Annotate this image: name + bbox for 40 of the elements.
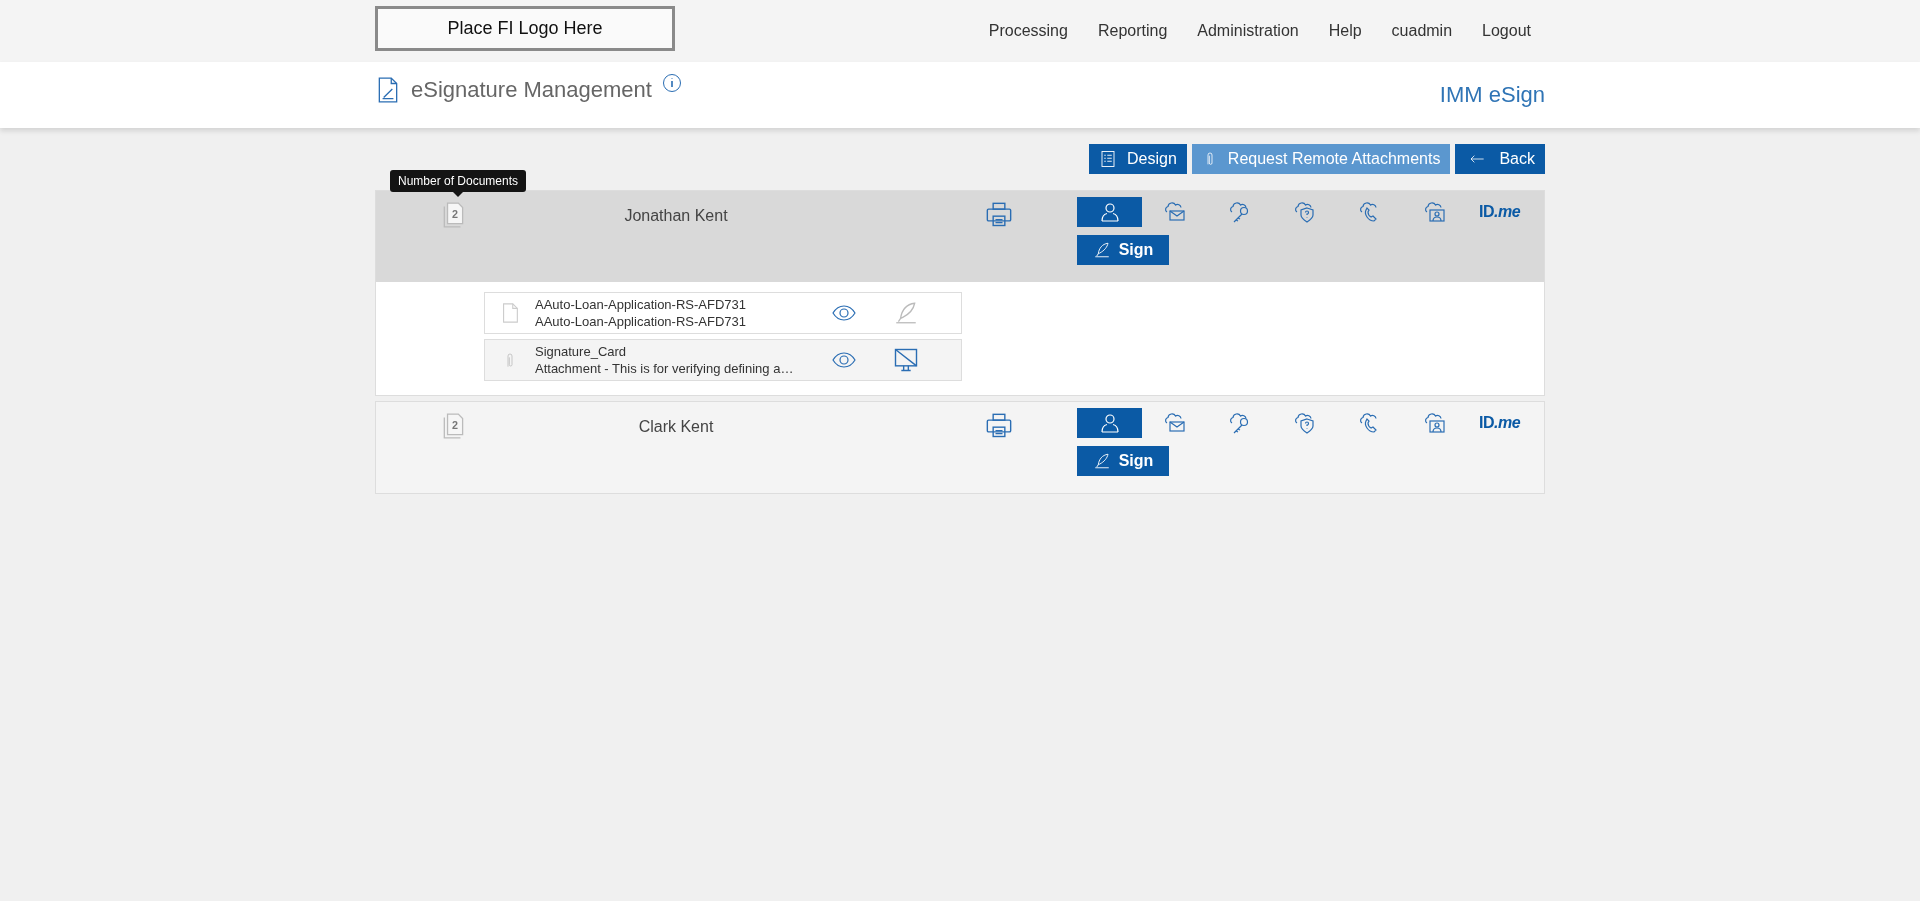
- cloud-shield-icon: [1292, 200, 1317, 224]
- cloud-email-icon: [1162, 411, 1187, 435]
- document-title: AAuto-Loan-Application-RS-AFD731: [535, 296, 747, 313]
- design-button[interactable]: Design: [1089, 144, 1187, 174]
- sign-button[interactable]: Sign: [1077, 446, 1169, 476]
- signer-name: Jonathan Kent: [624, 206, 728, 225]
- idme-logo[interactable]: ID.me: [1467, 408, 1532, 438]
- cloud-shield-icon: [1292, 411, 1317, 435]
- auth-method-button[interactable]: [1077, 408, 1142, 438]
- nav-link[interactable]: Administration: [1197, 22, 1299, 40]
- info-icon[interactable]: [661, 73, 682, 93]
- idme-logo[interactable]: ID.me: [1467, 197, 1532, 227]
- printer-icon[interactable]: [985, 412, 1013, 440]
- cloud-user-icon: [1422, 200, 1447, 224]
- document-row[interactable]: Signature_Card Attachment - This is for verifying defining a…: [484, 339, 962, 381]
- document-description: Attachment - This is for verifying defining a…: [535, 360, 795, 377]
- quill-pen-icon: [893, 300, 919, 326]
- printer-icon[interactable]: [985, 201, 1013, 229]
- auth-method-button[interactable]: [1077, 197, 1142, 227]
- product-name: IMM eSign: [1439, 82, 1545, 108]
- cloud-user-icon: [1422, 411, 1447, 435]
- list-icon: [1099, 149, 1118, 169]
- tooltip: Number of Documents: [390, 170, 527, 192]
- quill-pen-icon: [1092, 452, 1111, 470]
- quill-pen-icon: [1092, 241, 1111, 259]
- nav-link[interactable]: cuadmin: [1391, 22, 1453, 40]
- nav-link[interactable]: Reporting: [1097, 22, 1168, 40]
- nav-link[interactable]: Processing: [988, 22, 1068, 40]
- document-description: AAuto-Loan-Application-RS-AFD731: [535, 313, 747, 330]
- cloud-email-icon: [1162, 200, 1187, 224]
- sign-button[interactable]: Sign: [1077, 235, 1169, 265]
- back-button[interactable]: Back: [1455, 144, 1545, 174]
- logo-placeholder-text: Place FI Logo Here: [447, 17, 603, 39]
- document-title: Signature_Card: [535, 343, 628, 360]
- page-title: eSignature Management: [411, 77, 652, 103]
- nav-link[interactable]: Logout: [1482, 22, 1531, 40]
- monitor-icon[interactable]: [892, 346, 920, 374]
- nav-link[interactable]: Help: [1328, 22, 1362, 40]
- signer-name: Clark Kent: [638, 417, 714, 436]
- document-row[interactable]: AAuto-Loan-Application-RS-AFD731 AAuto-Loan-Application-RS-AFD731: [484, 292, 962, 334]
